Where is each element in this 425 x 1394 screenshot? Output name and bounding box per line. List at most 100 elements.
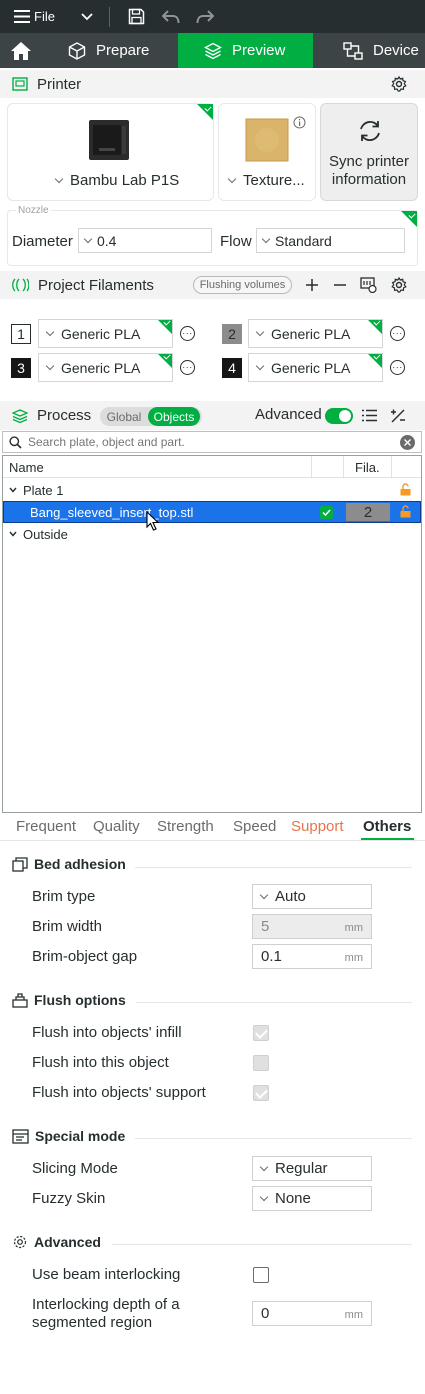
advanced-switch[interactable] — [325, 408, 353, 424]
unlock-icon[interactable] — [400, 505, 411, 518]
tab-speed[interactable]: Speed — [233, 813, 276, 840]
more-options-button[interactable]: ··· — [180, 360, 195, 375]
toggle-objects[interactable]: Objects — [148, 407, 200, 426]
redo-button[interactable] — [188, 0, 222, 33]
search-input[interactable] — [28, 435, 388, 449]
fuzzy-skin-select[interactable]: None — [252, 1186, 372, 1211]
flush-options-group-title: Flush options — [12, 992, 126, 1008]
diameter-select[interactable]: 0.4 — [78, 228, 212, 253]
more-options-button[interactable]: ··· — [180, 326, 195, 341]
tab-quality[interactable]: Quality — [93, 813, 140, 840]
close-icon — [404, 439, 411, 446]
toggle-global[interactable]: Global — [100, 410, 148, 424]
list-icon[interactable] — [362, 409, 377, 422]
tab-others[interactable]: Others — [363, 813, 411, 840]
filament-number[interactable]: 1 — [11, 324, 31, 344]
tree-row-plate[interactable]: Plate 1 — [3, 479, 421, 501]
undo-button[interactable] — [154, 0, 188, 33]
filament-name: Generic PLA — [271, 359, 351, 376]
brim-width-input[interactable]: 5 mm — [252, 914, 372, 939]
compare-icon[interactable] — [390, 408, 406, 424]
filament-select[interactable]: Generic PLA — [38, 353, 173, 382]
tab-frequent[interactable]: Frequent — [16, 813, 76, 840]
more-options-button[interactable]: ··· — [390, 360, 405, 375]
fuzzy-skin-label: Fuzzy Skin — [32, 1190, 106, 1207]
process-section-title: Process — [37, 407, 92, 424]
sync-icon — [360, 121, 380, 141]
file-menu[interactable]: File — [0, 0, 93, 33]
minus-icon[interactable] — [333, 278, 347, 292]
slicing-mode-select[interactable]: Regular — [252, 1156, 372, 1181]
tab-strength[interactable]: Strength — [157, 813, 214, 840]
filament-number[interactable]: 2 — [222, 324, 242, 344]
printer-select[interactable]: Bambu Lab P1S — [48, 172, 179, 189]
advanced-gear-icon — [13, 1235, 27, 1249]
more-options-button[interactable]: ··· — [390, 326, 405, 341]
plate-name: Texture... — [243, 172, 305, 189]
tab-device[interactable]: Device — [313, 33, 419, 68]
printer-name: Bambu Lab P1S — [70, 172, 180, 189]
object-filament-badge[interactable]: 2 — [346, 503, 390, 521]
gear-icon[interactable] — [391, 76, 407, 92]
sync-printer-button[interactable]: Sync printer information — [320, 103, 418, 201]
tab-preview[interactable]: Preview — [178, 33, 313, 68]
filament-select[interactable]: Generic PLA — [248, 319, 383, 348]
filament-name: Generic PLA — [61, 359, 141, 376]
search-box[interactable] — [2, 431, 422, 453]
flow-value: Standard — [275, 232, 332, 249]
selected-corner — [158, 354, 172, 368]
flush-infill-checkbox[interactable] — [253, 1025, 269, 1041]
flow-select[interactable]: Standard — [256, 228, 405, 253]
ams-sync-icon[interactable] — [360, 277, 377, 293]
printer-card[interactable]: Bambu Lab P1S — [7, 103, 214, 201]
home-button[interactable] — [0, 33, 42, 68]
tab-preview-label: Preview — [232, 42, 286, 59]
object-visible-checkbox[interactable] — [320, 506, 333, 519]
object-list[interactable]: Name Fila. Plate 1 Bang_sleeved_insert_t… — [2, 455, 422, 813]
selected-corner — [368, 320, 382, 334]
redo-icon — [196, 9, 214, 23]
plate-card[interactable]: Texture... — [218, 103, 316, 201]
brim-gap-value: 0.1 — [261, 948, 282, 965]
filament-number[interactable]: 3 — [11, 358, 31, 378]
tab-prepare[interactable]: Prepare — [42, 33, 178, 68]
flush-infill-label: Flush into objects' infill — [32, 1024, 182, 1041]
column-filament-header[interactable]: Fila. — [355, 460, 380, 475]
title-bar: File — [0, 0, 425, 33]
interlocking-depth-input[interactable]: 0 mm — [252, 1301, 372, 1326]
flush-support-checkbox[interactable] — [253, 1085, 269, 1101]
plus-icon[interactable] — [305, 278, 319, 292]
global-objects-toggle[interactable]: Global Objects — [100, 407, 202, 426]
check-icon — [322, 509, 331, 516]
flushing-volumes-button[interactable]: Flushing volumes — [193, 276, 292, 294]
clear-search-button[interactable] — [400, 435, 415, 450]
column-name-header[interactable]: Name — [9, 460, 44, 475]
bed-adhesion-icon — [12, 856, 28, 872]
sync-label-line2: information — [331, 171, 407, 188]
tree-row-outside[interactable]: Outside — [3, 523, 421, 545]
flow-label: Flow — [220, 233, 252, 250]
filament-number[interactable]: 4 — [222, 358, 242, 378]
filaments-section-title: Project Filaments — [38, 276, 154, 294]
bed-adhesion-group-title: Bed adhesion — [12, 856, 126, 872]
chevron-down-icon — [255, 327, 265, 337]
divider — [108, 6, 110, 27]
tab-support[interactable]: Support — [291, 813, 344, 840]
save-button[interactable] — [120, 0, 154, 33]
gear-icon[interactable] — [391, 277, 407, 293]
tree-row-object[interactable]: Bang_sleeved_insert_top.stl 2 — [3, 501, 421, 523]
plate-select[interactable]: Texture... — [221, 172, 305, 189]
info-icon[interactable] — [293, 116, 306, 129]
special-mode-icon — [12, 1128, 29, 1144]
chevron-down-icon[interactable] — [81, 12, 93, 21]
unlock-icon[interactable] — [400, 483, 411, 496]
flush-object-checkbox[interactable] — [253, 1055, 269, 1071]
filament-select[interactable]: Generic PLA — [248, 353, 383, 382]
chevron-down-icon[interactable] — [9, 487, 17, 493]
brim-type-select[interactable]: Auto — [252, 884, 372, 909]
chevron-down-icon[interactable] — [9, 531, 17, 537]
brim-gap-input[interactable]: 0.1 mm — [252, 944, 372, 969]
beam-interlocking-checkbox[interactable] — [253, 1267, 269, 1283]
chevron-down-icon — [45, 361, 55, 371]
filament-select[interactable]: Generic PLA — [38, 319, 173, 348]
